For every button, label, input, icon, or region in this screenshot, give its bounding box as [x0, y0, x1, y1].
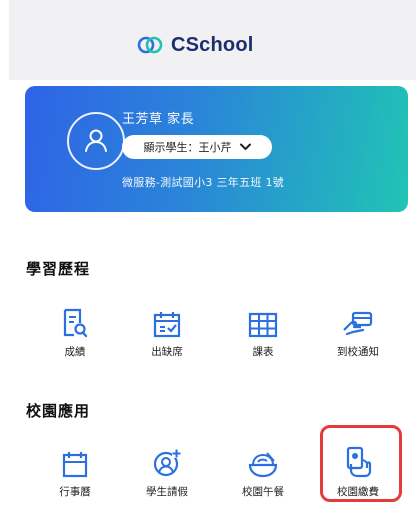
- tile-school-lunch[interactable]: 校園午餐: [223, 438, 303, 508]
- tile-attendance-label: 出缺席: [151, 346, 183, 358]
- add-person-icon: [152, 438, 182, 478]
- calendar-icon: [62, 438, 88, 478]
- brand: CSchool: [137, 30, 254, 60]
- student-selector[interactable]: 顯示學生：王小芹: [122, 135, 272, 159]
- tile-school-lunch-label: 校園午餐: [242, 486, 284, 498]
- attendance-calendar-icon: [153, 298, 181, 338]
- school-info: 微服務-測試國小3 三年五班 1號: [122, 176, 285, 189]
- tile-timetable[interactable]: 課表: [223, 298, 303, 368]
- tile-calendar-label: 行事曆: [59, 486, 91, 498]
- hand-card-icon: [341, 298, 375, 338]
- student-selector-label: 顯示學生：王小芹: [143, 141, 232, 154]
- section-title-learning: 學習歷程: [26, 260, 91, 278]
- tile-grades-label: 成績: [64, 346, 86, 358]
- report-icon: [62, 298, 88, 338]
- tile-arrival-notice[interactable]: 到校通知: [318, 298, 398, 368]
- section-title-campus: 校園應用: [26, 402, 91, 420]
- tile-attendance[interactable]: 出缺席: [127, 298, 207, 368]
- top-bar: CSchool: [9, 0, 416, 80]
- learning-grid: 成績 出缺席 課表 到校通知: [25, 298, 408, 368]
- timetable-grid-icon: [248, 298, 278, 338]
- app-title: CSchool: [171, 33, 254, 56]
- highlight-box: [320, 425, 402, 502]
- tile-student-leave[interactable]: 學生請假: [127, 438, 207, 508]
- tile-grades[interactable]: 成績: [35, 298, 115, 368]
- avatar[interactable]: [67, 112, 125, 170]
- tile-arrival-notice-label: 到校通知: [337, 346, 379, 358]
- profile-card: 王芳草 家長 顯示學生：王小芹 微服務-測試國小3 三年五班 1號: [25, 86, 408, 212]
- cschool-logo-icon: [137, 35, 163, 55]
- tile-calendar[interactable]: 行事曆: [35, 438, 115, 508]
- lunch-bowl-icon: [247, 438, 279, 478]
- user-icon: [85, 129, 107, 152]
- chevron-down-icon: [239, 143, 251, 151]
- tile-timetable-label: 課表: [252, 346, 274, 358]
- parent-name: 王芳草 家長: [122, 112, 195, 127]
- tile-student-leave-label: 學生請假: [146, 486, 188, 498]
